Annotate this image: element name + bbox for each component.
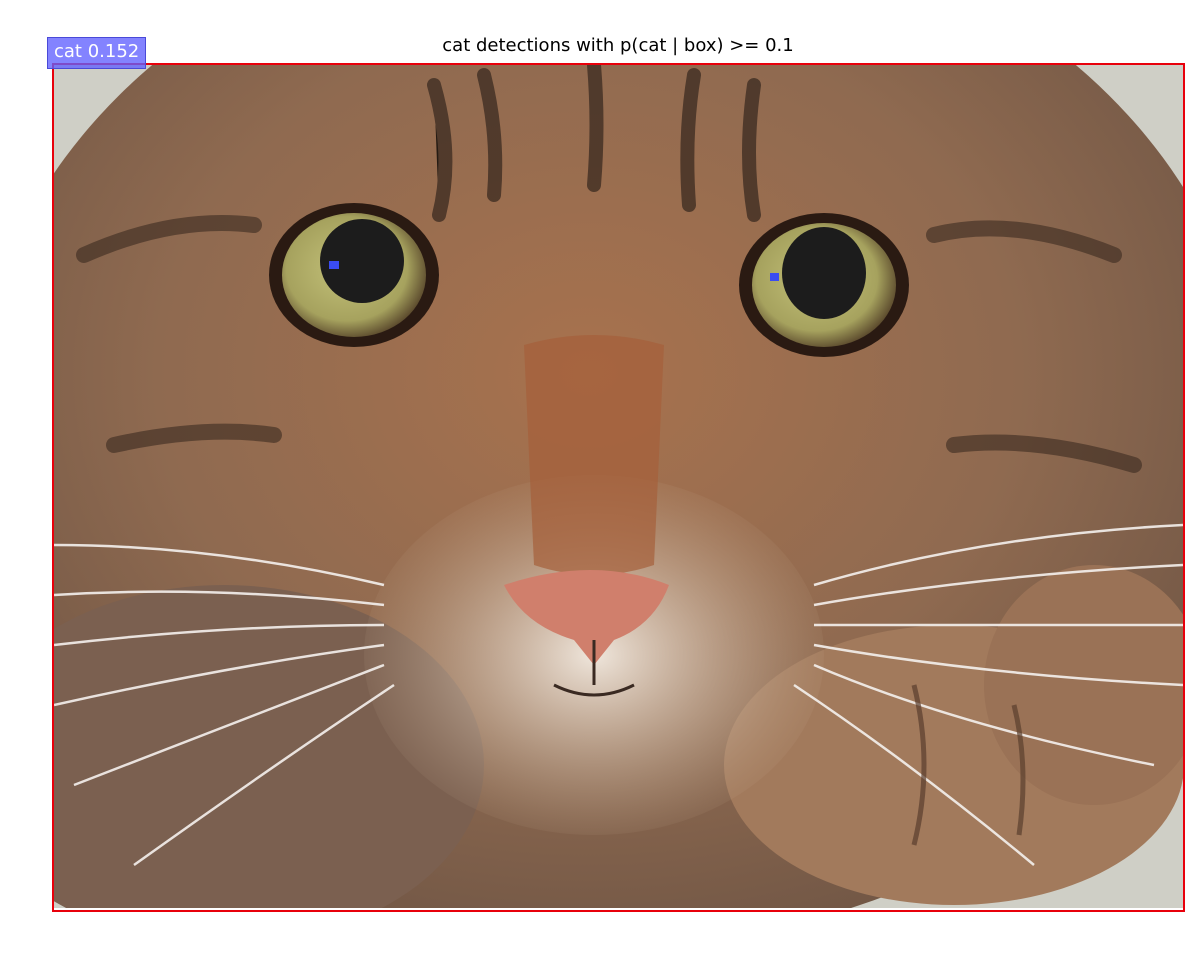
right-eye	[739, 213, 909, 357]
cat-photo	[54, 65, 1183, 908]
detection-label: cat 0.152	[47, 37, 147, 69]
figure-title: cat detections with p(cat | box) >= 0.1	[442, 35, 794, 56]
left-eye	[269, 203, 439, 347]
